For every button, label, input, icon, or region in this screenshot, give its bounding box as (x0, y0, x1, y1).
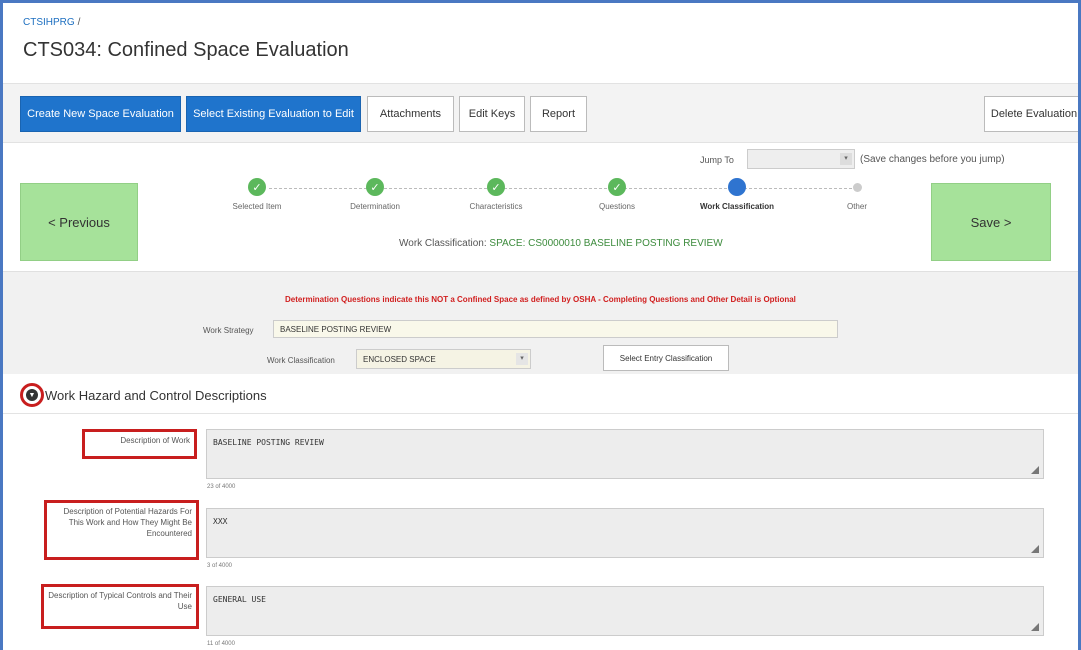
breadcrumb: CTSIHPRG / (23, 17, 80, 28)
work-strategy-label: Work Strategy (203, 326, 254, 335)
work-classification-select[interactable]: ENCLOSED SPACE ▾ (356, 349, 531, 369)
description-of-work-textarea[interactable]: BASELINE POSTING REVIEW (206, 429, 1044, 479)
step-work-classification[interactable]: Work Classification (687, 178, 787, 211)
potential-hazards-value: XXX (213, 517, 228, 526)
typical-controls-counter: 11 of 4000 (207, 641, 235, 647)
work-classification-select-value: ENCLOSED SPACE (363, 355, 436, 364)
check-icon: ✓ (608, 178, 626, 196)
chevron-down-icon: ▼ (26, 389, 38, 401)
description-of-work-value: BASELINE POSTING REVIEW (213, 438, 324, 447)
jump-to-label: Jump To (700, 155, 734, 165)
work-classification-label: Work Classification (267, 356, 335, 365)
resize-handle-icon[interactable] (1031, 545, 1039, 553)
select-existing-evaluation-button[interactable]: Select Existing Evaluation to Edit (186, 96, 361, 132)
step-label: Selected Item (232, 202, 282, 211)
resize-handle-icon[interactable] (1031, 623, 1039, 631)
create-new-evaluation-button[interactable]: Create New Space Evaluation (20, 96, 181, 132)
details-panel: Determination Questions indicate this NO… (3, 271, 1078, 374)
chevron-down-icon: ▾ (516, 353, 528, 365)
description-form: Description of Work BASELINE POSTING REV… (3, 414, 1078, 650)
step-label: Work Classification (699, 202, 775, 211)
edit-keys-button[interactable]: Edit Keys (459, 96, 525, 132)
current-step-icon (728, 178, 746, 196)
step-label: Determination (350, 202, 400, 211)
typical-controls-value: GENERAL USE (213, 595, 266, 604)
section-title: Work Hazard and Control Descriptions (45, 388, 267, 403)
step-selected-item[interactable]: ✓ Selected Item (207, 178, 307, 211)
step-determination[interactable]: ✓ Determination (325, 178, 425, 211)
resize-handle-icon[interactable] (1031, 466, 1039, 474)
work-strategy-field[interactable]: BASELINE POSTING REVIEW (273, 320, 838, 338)
step-other[interactable]: Other (807, 178, 907, 211)
app-frame: CTSIHPRG / CTS034: Confined Space Evaluat… (0, 0, 1081, 650)
report-button[interactable]: Report (530, 96, 587, 132)
potential-hazards-label: Description of Potential Hazards For Thi… (44, 500, 199, 560)
breadcrumb-separator: / (77, 17, 81, 28)
potential-hazards-counter: 3 of 4000 (207, 563, 233, 569)
jump-to-select[interactable]: ▾ (747, 149, 855, 169)
section-header: ▼ Work Hazard and Control Descriptions (3, 374, 1078, 414)
potential-hazards-textarea[interactable]: XXX (206, 508, 1044, 558)
page-header: CTSIHPRG / CTS034: Confined Space Evaluat… (3, 3, 1078, 83)
toolbar: Create New Space Evaluation Select Exist… (3, 83, 1078, 143)
step-questions[interactable]: ✓ Questions (567, 178, 667, 211)
breadcrumb-app-link[interactable]: CTSIHPRG (23, 17, 75, 28)
check-icon: ✓ (248, 178, 266, 196)
delete-evaluation-button[interactable]: Delete Evaluation (984, 96, 1078, 132)
description-of-work-label: Description of Work (82, 429, 197, 459)
attachments-button[interactable]: Attachments (367, 96, 454, 132)
description-of-work-counter: 23 of 4000 (207, 484, 236, 490)
step-label: Other (846, 202, 867, 211)
chevron-down-icon: ▾ (840, 153, 852, 165)
warning-message: Determination Questions indicate this NO… (285, 295, 796, 304)
typical-controls-label: Description of Typical Controls and Thei… (41, 584, 199, 629)
step-label: Characteristics (469, 202, 523, 211)
work-classification-value: SPACE: CS0000010 BASELINE POSTING REVIEW (489, 238, 723, 249)
pending-step-icon (852, 183, 862, 192)
typical-controls-textarea[interactable]: GENERAL USE (206, 586, 1044, 636)
page-title: CTS034: Confined Space Evaluation (23, 39, 349, 61)
step-characteristics[interactable]: ✓ Characteristics (446, 178, 546, 211)
work-classification-summary: Work Classification: SPACE: CS0000010 BA… (399, 238, 723, 249)
step-label: Questions (598, 202, 636, 211)
check-icon: ✓ (366, 178, 384, 196)
select-entry-classification-button[interactable]: Select Entry Classification (603, 345, 729, 371)
jump-note: (Save changes before you jump) (860, 154, 1005, 165)
check-icon: ✓ (487, 178, 505, 196)
collapse-toggle[interactable]: ▼ (20, 383, 44, 407)
wizard-panel: Jump To ▾ (Save changes before you jump)… (3, 143, 1078, 271)
work-classification-prefix: Work Classification: (399, 238, 487, 249)
previous-button[interactable]: < Previous (20, 183, 138, 261)
save-next-button[interactable]: Save > (931, 183, 1051, 261)
